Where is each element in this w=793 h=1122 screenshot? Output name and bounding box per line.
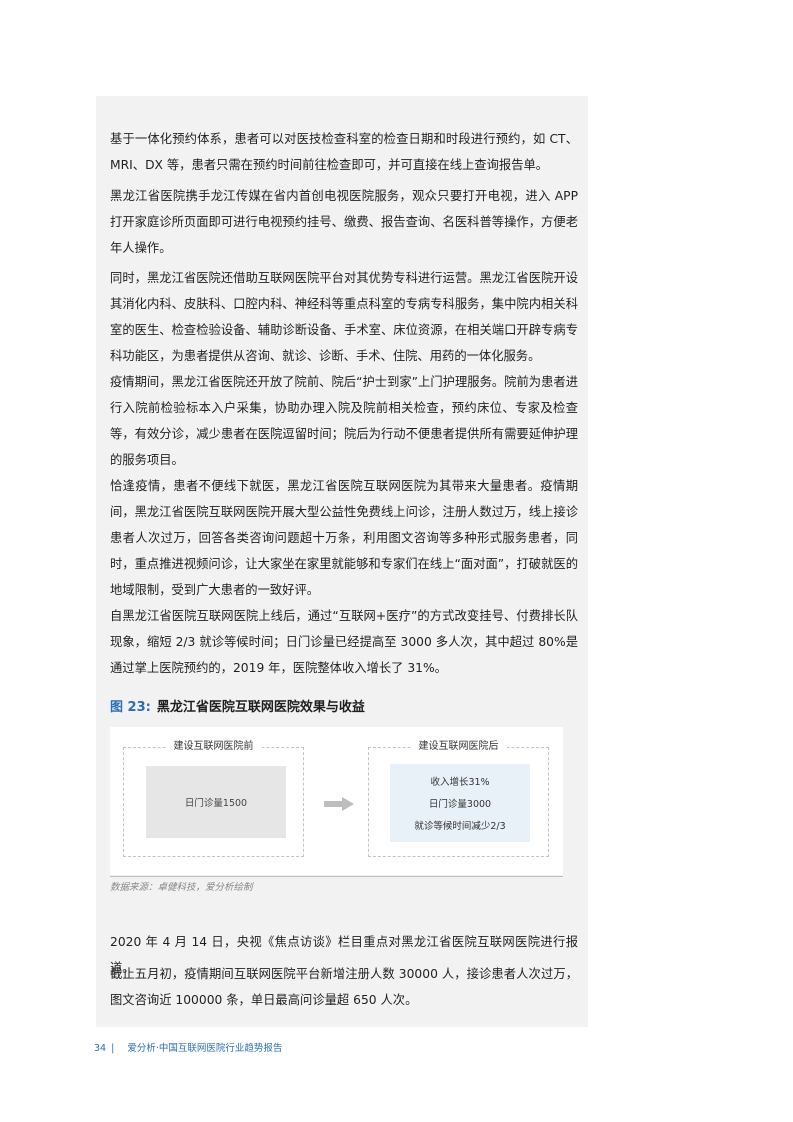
after-box: 建设互联网医院后 收入增长31% 日门诊量3000 就诊等候时间减少2/3 bbox=[368, 741, 549, 857]
report-title: 爱分析·中国互联网医院行业趋势报告 bbox=[127, 1043, 283, 1054]
paragraph-tv-hospital: 黑龙江省医院携手龙江传媒在省内首创电视医院服务，观众只要打开电视，进入 APP … bbox=[110, 189, 578, 255]
paragraph-nurse-home: 疫情期间，黑龙江省医院还开放了院前、院后“护士到家”上门护理服务。院前为患者进行… bbox=[110, 375, 578, 467]
before-label: 建设互联网医院前 bbox=[165, 741, 262, 752]
after-content: 收入增长31% 日门诊量3000 就诊等候时间减少2/3 bbox=[390, 764, 530, 842]
right-arrow-icon bbox=[324, 797, 354, 811]
figure-caption: 黑龙江省医院互联网医院效果与收益 bbox=[156, 700, 365, 715]
after-item-revenue: 收入增长31% bbox=[430, 777, 490, 788]
figure-diagram: 建设互联网医院前 日门诊量1500 建设互联网医院后 收入增长31% 日门诊量3… bbox=[110, 727, 563, 875]
figure-number: 图 23: bbox=[110, 700, 151, 715]
before-box: 建设互联网医院前 日门诊量1500 bbox=[123, 741, 304, 857]
figure-source: 数据来源：卓健科技，爱分析绘制 bbox=[110, 882, 253, 893]
figure-title: 图 23: 黑龙江省医院互联网医院效果与收益 bbox=[110, 697, 580, 719]
paragraph-specialty: 同时，黑龙江省医院还借助互联网医院平台对其优势专科进行运营。黑龙江省医院开设其消… bbox=[110, 271, 578, 363]
before-content: 日门诊量1500 bbox=[146, 766, 286, 838]
page-number: 34 bbox=[94, 1043, 107, 1054]
footer-separator: | bbox=[111, 1043, 115, 1054]
before-text: 日门诊量1500 bbox=[184, 798, 248, 809]
paragraph-may-stats: 截止五月初，疫情期间互联网医院平台新增注册人数 30000 人，接诊患者人次过万… bbox=[110, 967, 578, 1007]
after-item-visits: 日门诊量3000 bbox=[428, 799, 492, 810]
paragraph-epidemic: 恰逢疫情，患者不便线下就医，黑龙江省医院互联网医院为其带来大量患者。疫情期间，黑… bbox=[110, 479, 578, 597]
page-footer: 34 | 爱分析·中国互联网医院行业趋势报告 bbox=[94, 1042, 282, 1056]
paragraph-appointment: 基于一体化预约体系，患者可以对医技检查科室的检查日期和时段进行预约，如 CT、M… bbox=[110, 132, 578, 172]
after-item-wait-time: 就诊等候时间减少2/3 bbox=[414, 821, 506, 832]
after-label: 建设互联网医院后 bbox=[410, 741, 507, 752]
paragraph-results: 自黑龙江省医院互联网医院上线后，通过“互联网+医疗”的方式改变挂号、付费排长队现… bbox=[110, 609, 578, 675]
figure-divider bbox=[110, 876, 563, 877]
